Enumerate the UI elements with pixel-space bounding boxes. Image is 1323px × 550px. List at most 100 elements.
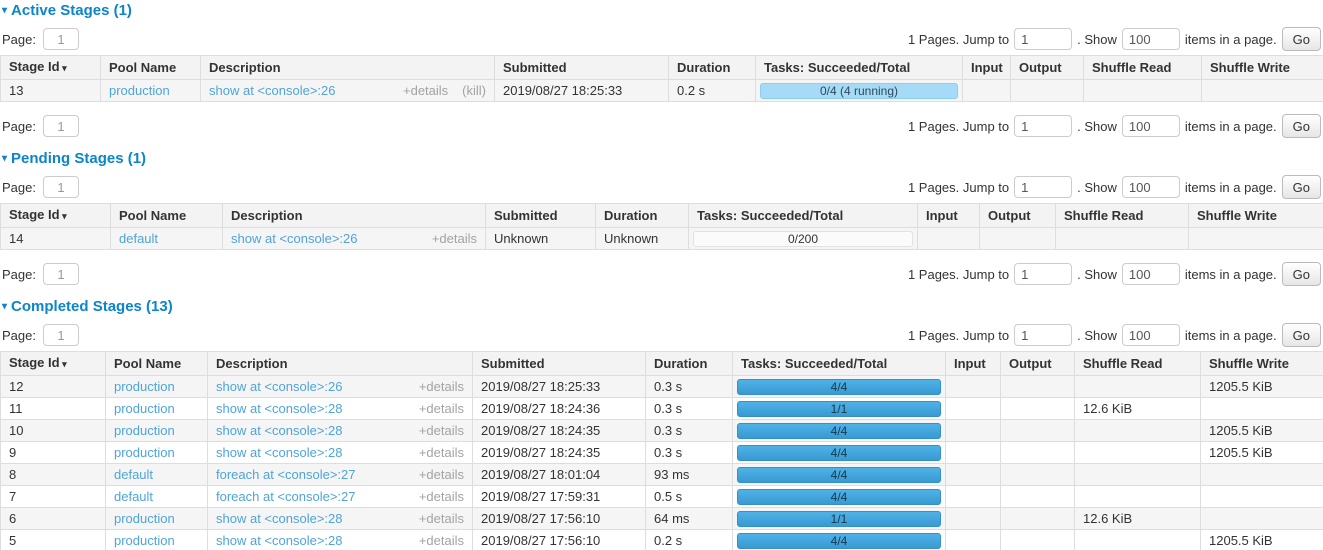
details-toggle[interactable]: +details (419, 511, 464, 526)
column-header[interactable]: Shuffle Write (1201, 352, 1323, 376)
pool-link[interactable]: production (114, 511, 175, 526)
details-toggle[interactable]: +details (419, 489, 464, 504)
description-cell: foreach at <console>:27 +details (208, 464, 473, 486)
pool-link[interactable]: production (109, 83, 170, 98)
column-header[interactable]: Output (1011, 56, 1084, 80)
column-header[interactable]: Duration (596, 204, 689, 228)
details-toggle[interactable]: +details (419, 467, 464, 482)
column-header[interactable]: Duration (669, 56, 756, 80)
page-left-controls: Page: (2, 176, 79, 198)
input-cell (946, 376, 1001, 398)
details-toggle[interactable]: +details (419, 445, 464, 460)
details-toggle[interactable]: +details (419, 379, 464, 394)
column-header[interactable]: Input (963, 56, 1011, 80)
description-cell: foreach at <console>:27 +details (208, 486, 473, 508)
column-header[interactable]: Tasks: Succeeded/Total (756, 56, 963, 80)
column-header[interactable]: Submitted (495, 56, 669, 80)
page-number-input[interactable] (43, 28, 79, 50)
column-header[interactable]: Tasks: Succeeded/Total (689, 204, 918, 228)
column-header[interactable]: Shuffle Write (1189, 204, 1323, 228)
column-header[interactable]: Duration (646, 352, 733, 376)
details-toggle[interactable]: +details (419, 401, 464, 416)
column-header[interactable]: Stage Id ▾ (1, 204, 111, 228)
column-header[interactable]: Submitted (473, 352, 646, 376)
column-header[interactable]: Input (946, 352, 1001, 376)
column-header[interactable]: Output (980, 204, 1056, 228)
column-header[interactable]: Tasks: Succeeded/Total (733, 352, 946, 376)
jump-to-page-input[interactable] (1014, 115, 1072, 137)
duration-cell: 0.2 s (646, 530, 733, 550)
stage-description-link[interactable]: show at <console>:28 (216, 401, 342, 416)
go-button[interactable]: Go (1282, 114, 1321, 138)
column-header[interactable]: Description (223, 204, 486, 228)
shuffle-read-cell (1075, 486, 1201, 508)
kill-link[interactable]: (kill) (462, 83, 486, 98)
active-stages-title[interactable]: ▾Active Stages (1) (2, 2, 1323, 19)
shuffle-write-cell: 1205.5 KiB (1201, 376, 1323, 398)
jump-to-page-input[interactable] (1014, 176, 1072, 198)
column-header[interactable]: Input (918, 204, 980, 228)
go-button[interactable]: Go (1282, 323, 1321, 347)
stage-description-link[interactable]: show at <console>:26 (216, 379, 342, 394)
column-header[interactable]: Description (208, 352, 473, 376)
column-header[interactable]: Shuffle Read (1056, 204, 1189, 228)
column-header[interactable]: Submitted (486, 204, 596, 228)
column-header[interactable]: Shuffle Read (1084, 56, 1202, 80)
page-number-input[interactable] (43, 176, 79, 198)
pagination-row: Page: 1 Pages. Jump to . Show items in a… (2, 175, 1321, 199)
tasks-cell: 4/4 (733, 442, 946, 464)
duration-cell: 0.3 s (646, 398, 733, 420)
stage-description-link[interactable]: show at <console>:26 (231, 231, 357, 246)
page-number-input[interactable] (43, 115, 79, 137)
column-header[interactable]: Shuffle Write (1202, 56, 1323, 80)
pending-stages-title[interactable]: ▾Pending Stages (1) (2, 150, 1323, 167)
stage-description-link[interactable]: show at <console>:28 (216, 445, 342, 460)
completed-stages-title[interactable]: ▾Completed Stages (13) (2, 298, 1323, 315)
items-per-page-input[interactable] (1122, 176, 1180, 198)
stage-description-link[interactable]: show at <console>:26 (209, 83, 335, 98)
column-header[interactable]: Output (1001, 352, 1075, 376)
pages-info-label: 1 Pages. Jump to (908, 267, 1009, 282)
pool-link[interactable]: production (114, 423, 175, 438)
page-number-input[interactable] (43, 324, 79, 346)
column-header[interactable]: Stage Id ▾ (1, 352, 106, 376)
column-header[interactable]: Pool Name (101, 56, 201, 80)
go-button[interactable]: Go (1282, 262, 1321, 286)
pool-link[interactable]: production (114, 445, 175, 460)
stage-description-link[interactable]: foreach at <console>:27 (216, 489, 356, 504)
go-button[interactable]: Go (1282, 175, 1321, 199)
pool-link[interactable]: production (114, 379, 175, 394)
stage-description-link[interactable]: show at <console>:28 (216, 423, 342, 438)
pool-link[interactable]: production (114, 533, 175, 548)
stage-id-cell: 6 (1, 508, 106, 530)
items-per-page-input[interactable] (1122, 263, 1180, 285)
details-toggle[interactable]: +details (432, 231, 477, 246)
stage-description-link[interactable]: show at <console>:28 (216, 533, 342, 548)
stage-description-link[interactable]: foreach at <console>:27 (216, 467, 356, 482)
column-header[interactable]: Shuffle Read (1075, 352, 1201, 376)
column-header[interactable]: Description (201, 56, 495, 80)
description-cell: show at <console>:28 +details (208, 398, 473, 420)
jump-to-page-input[interactable] (1014, 324, 1072, 346)
pool-link[interactable]: default (114, 467, 153, 482)
items-per-page-input[interactable] (1122, 324, 1180, 346)
jump-to-page-input[interactable] (1014, 28, 1072, 50)
column-header[interactable]: Pool Name (106, 352, 208, 376)
go-button[interactable]: Go (1282, 27, 1321, 51)
page-number-input[interactable] (43, 263, 79, 285)
items-per-page-input[interactable] (1122, 115, 1180, 137)
details-toggle[interactable]: +details (419, 533, 464, 548)
pool-link[interactable]: default (114, 489, 153, 504)
column-header[interactable]: Pool Name (111, 204, 223, 228)
header-row: Stage Id ▾Pool NameDescriptionSubmittedD… (1, 204, 1323, 228)
submitted-cell: 2019/08/27 17:56:10 (473, 508, 646, 530)
column-header[interactable]: Stage Id ▾ (1, 56, 101, 80)
pool-link[interactable]: production (114, 401, 175, 416)
items-per-page-input[interactable] (1122, 28, 1180, 50)
stage-description-link[interactable]: show at <console>:28 (216, 511, 342, 526)
details-toggle[interactable]: +details (403, 83, 448, 98)
page-left-controls: Page: (2, 324, 79, 346)
pool-link[interactable]: default (119, 231, 158, 246)
details-toggle[interactable]: +details (419, 423, 464, 438)
jump-to-page-input[interactable] (1014, 263, 1072, 285)
